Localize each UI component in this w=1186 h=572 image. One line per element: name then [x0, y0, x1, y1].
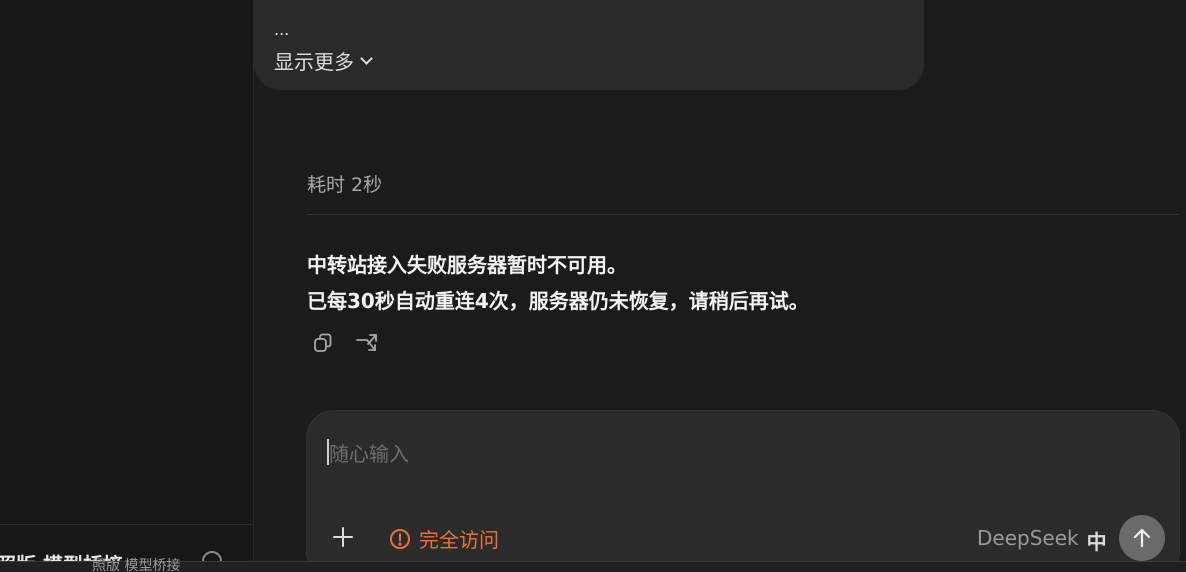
- full-access-label: 完全访问: [419, 528, 499, 552]
- chevron-down-icon: [360, 52, 373, 65]
- message-actions: [310, 330, 380, 356]
- attach-button[interactable]: [331, 525, 355, 549]
- text-caret: [327, 439, 329, 465]
- response-divider: [307, 214, 1179, 215]
- branch-button[interactable]: [354, 330, 380, 356]
- response-line: 中转站接入失败服务器暂时不可用。: [307, 253, 627, 277]
- branch-icon: [356, 334, 377, 351]
- message-composer: 完全访问 DeepSeek 中: [306, 410, 1180, 572]
- show-more-button[interactable]: 显示更多: [274, 46, 373, 75]
- warning-circle-icon: [390, 528, 410, 549]
- full-access-button[interactable]: 完全访问: [389, 524, 499, 553]
- plus-icon: [333, 527, 353, 547]
- previous-message-ellipsis: ...: [274, 20, 290, 39]
- language-indicator[interactable]: 中: [1087, 526, 1107, 555]
- show-more-label: 显示更多: [274, 50, 354, 74]
- arrow-up-icon: [1133, 528, 1151, 548]
- previous-message-bubble: [254, 0, 924, 90]
- message-input[interactable]: [327, 435, 1151, 473]
- response-line: 已每30秒自动重连4次，服务器仍未恢复，请稍后再试。: [307, 289, 809, 313]
- copy-button[interactable]: [310, 330, 336, 356]
- send-button[interactable]: [1119, 515, 1165, 561]
- elapsed-time: 耗时 2秒: [307, 174, 383, 196]
- copy-icon: [314, 333, 332, 352]
- app-window: 照版 模型桥接 ... 显示更多 耗时 2秒 中转站接入失败服务器暂时不可用。 …: [0, 0, 1186, 572]
- model-name: DeepSeek: [977, 526, 1079, 550]
- sidebar: 照版 模型桥接: [0, 0, 254, 572]
- taskbar-label: 照版 模型桥接: [92, 558, 181, 572]
- model-selector[interactable]: DeepSeek 中: [977, 526, 1107, 555]
